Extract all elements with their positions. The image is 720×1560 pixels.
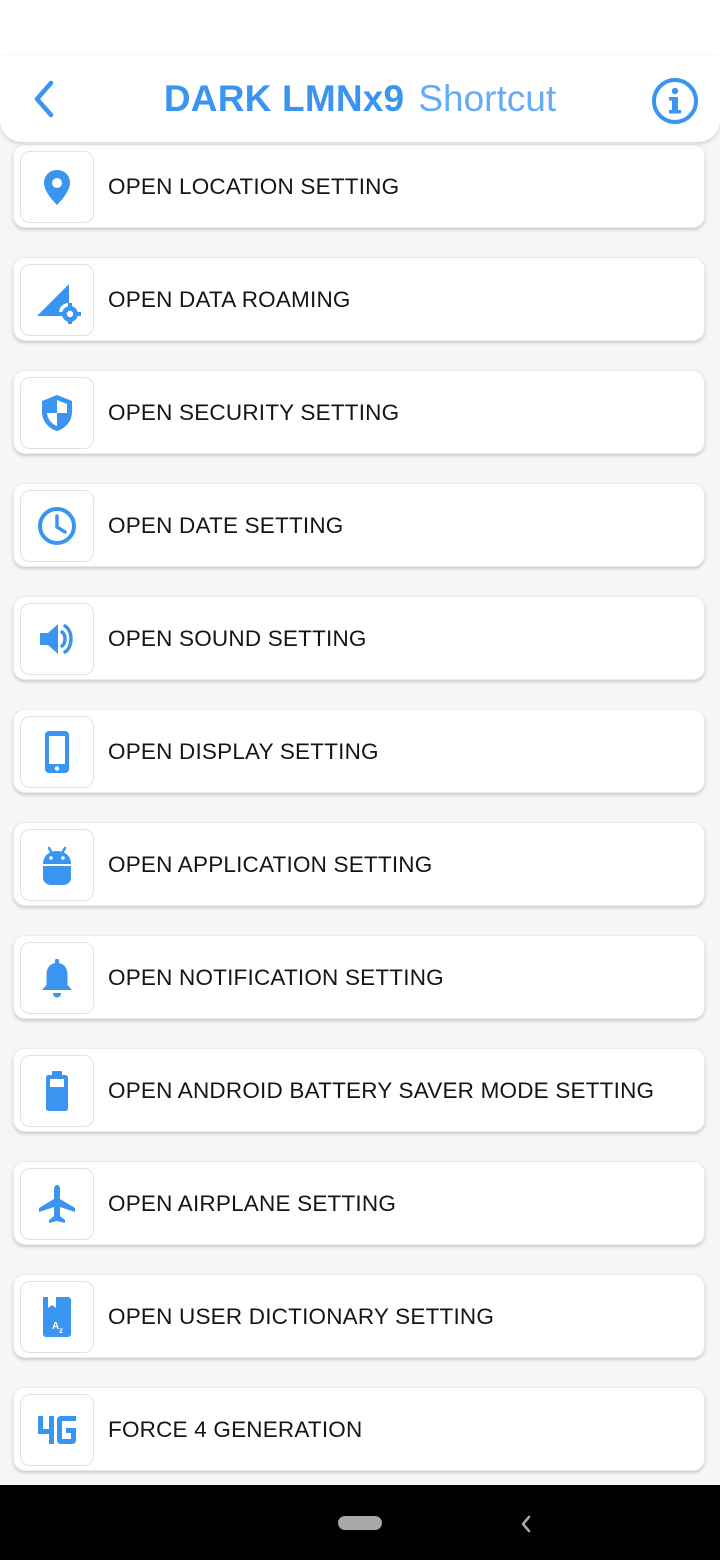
airplane-icon xyxy=(39,1185,75,1223)
item-label: OPEN LOCATION SETTING xyxy=(108,174,400,199)
item-label: OPEN APPLICATION SETTING xyxy=(108,852,433,877)
info-circle-icon xyxy=(652,78,698,124)
list-item-airplane[interactable]: OPEN AIRPLANE SETTING xyxy=(13,1161,705,1245)
item-icon-box xyxy=(20,1394,94,1466)
item-icon-box: A z xyxy=(20,1281,94,1353)
item-label: OPEN NOTIFICATION SETTING xyxy=(108,965,444,990)
list-item-location[interactable]: OPEN LOCATION SETTING xyxy=(13,144,705,228)
item-icon-box xyxy=(20,829,94,901)
phone-icon xyxy=(45,731,69,773)
item-icon-box xyxy=(20,1055,94,1127)
android-icon xyxy=(43,846,71,885)
svg-text:z: z xyxy=(59,1326,63,1335)
shield-icon xyxy=(42,395,72,431)
signal-settings-icon xyxy=(37,284,81,324)
nav-back-icon[interactable] xyxy=(516,1509,536,1539)
item-label: OPEN DATA ROAMING xyxy=(108,287,351,312)
list-item-sound[interactable]: OPEN SOUND SETTING xyxy=(13,596,705,680)
list-item-application[interactable]: OPEN APPLICATION SETTING xyxy=(13,822,705,906)
item-label: OPEN SECURITY SETTING xyxy=(108,400,400,425)
list-item-notification[interactable]: OPEN NOTIFICATION SETTING xyxy=(13,935,705,1019)
status-bar xyxy=(0,0,720,56)
app-subtitle: Shortcut xyxy=(418,78,557,119)
item-icon-box xyxy=(20,603,94,675)
app-title: DARK LMNx9 xyxy=(163,78,405,119)
item-icon-box xyxy=(20,716,94,788)
info-button[interactable] xyxy=(650,76,700,126)
list-item-battery-saver[interactable]: OPEN ANDROID BATTERY SAVER MODE SETTING xyxy=(13,1048,705,1132)
battery-icon xyxy=(46,1071,68,1111)
home-pill-button[interactable] xyxy=(338,1516,382,1530)
volume-icon xyxy=(40,624,73,654)
item-icon-box xyxy=(20,264,94,336)
item-icon-box xyxy=(20,377,94,449)
list-item-security[interactable]: OPEN SECURITY SETTING xyxy=(13,370,705,454)
item-icon-box xyxy=(20,1168,94,1240)
shortcut-list: OPEN LOCATION SETTING OPEN DATA ROAMING xyxy=(0,142,720,1485)
list-item-display[interactable]: OPEN DISPLAY SETTING xyxy=(13,709,705,793)
item-label: OPEN DATE SETTING xyxy=(108,513,344,538)
list-item-date[interactable]: OPEN DATE SETTING xyxy=(13,483,705,567)
item-label: OPEN ANDROID BATTERY SAVER MODE SETTING xyxy=(108,1078,655,1103)
page-title: DARK LMNx9 Shortcut xyxy=(0,78,720,120)
bell-icon xyxy=(42,959,72,998)
item-label: OPEN DISPLAY SETTING xyxy=(108,739,379,764)
item-icon-box xyxy=(20,942,94,1014)
item-label: FORCE 4 GENERATION xyxy=(108,1417,363,1442)
item-label: OPEN SOUND SETTING xyxy=(108,626,367,651)
item-label: OPEN USER DICTIONARY SETTING xyxy=(108,1304,495,1329)
dictionary-icon: A z xyxy=(43,1297,71,1337)
item-label: OPEN AIRPLANE SETTING xyxy=(108,1191,397,1216)
location-pin-icon xyxy=(44,170,70,205)
item-icon-box xyxy=(20,490,94,562)
list-item-data-roaming[interactable]: OPEN DATA ROAMING xyxy=(13,257,705,341)
clock-icon xyxy=(38,507,76,545)
list-item-force-4g[interactable]: FORCE 4 GENERATION xyxy=(13,1387,705,1471)
system-nav-bar xyxy=(0,1485,720,1560)
app-bar: DARK LMNx9 Shortcut xyxy=(0,56,720,142)
4g-icon xyxy=(38,1416,76,1444)
item-icon-box xyxy=(20,151,94,223)
list-item-user-dictionary[interactable]: A z OPEN USER DICTIONARY SETTING xyxy=(13,1274,705,1358)
